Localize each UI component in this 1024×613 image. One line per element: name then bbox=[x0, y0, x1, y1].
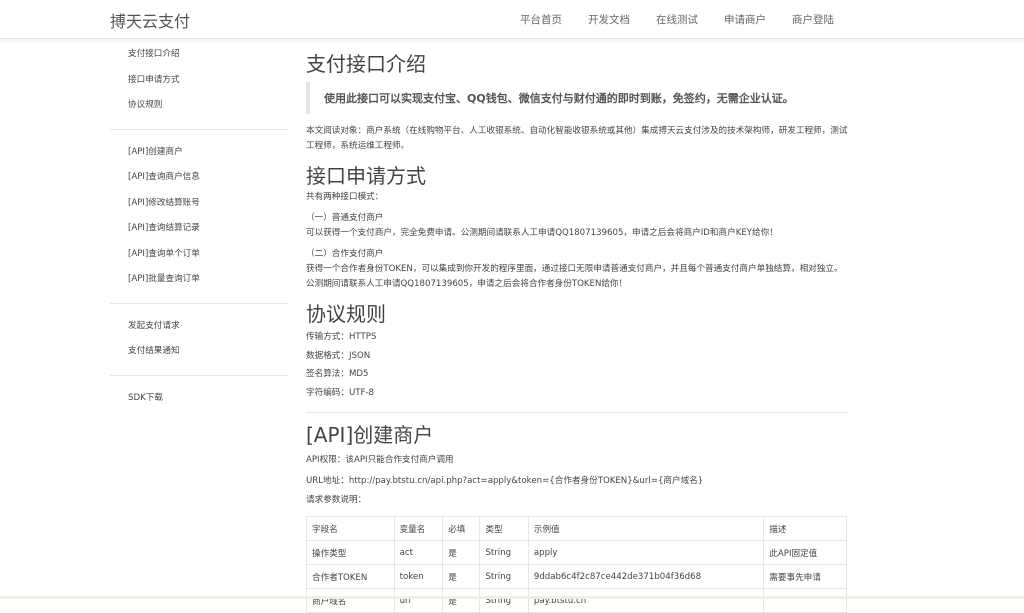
section-title-create: [API]创建商户 bbox=[306, 423, 434, 447]
cell-type: String bbox=[479, 588, 529, 613]
rule-format: 数据格式：JSON bbox=[306, 350, 371, 361]
cell-field: 商户域名 bbox=[306, 588, 395, 613]
section-title-apply: 接口申请方式 bbox=[306, 164, 426, 188]
sidebar-item-api-edit-account[interactable]: [API]修改结算账号 bbox=[128, 193, 288, 219]
create-url: URL地址：http://pay.btstu.cn/api.php?act=ap… bbox=[306, 476, 704, 486]
apply-mode2-title: （二）合作支付商户 bbox=[306, 249, 384, 259]
nav-test[interactable]: 在线测试 bbox=[656, 12, 698, 27]
table-header-row: 字段名 变量名 必填 类型 示例值 描述 bbox=[306, 516, 847, 541]
nav-login[interactable]: 商户登陆 bbox=[792, 12, 834, 27]
cell-description bbox=[763, 588, 847, 613]
cell-required: 是 bbox=[442, 564, 481, 589]
col-header-field: 字段名 bbox=[306, 516, 395, 541]
sidebar-divider bbox=[110, 374, 288, 376]
table-row: 操作类型 act 是 String apply 此API固定值 bbox=[306, 540, 847, 565]
sidebar-item-api-query-info[interactable]: [API]查询商户信息 bbox=[128, 167, 288, 193]
sidebar-item-payment-notify[interactable]: 支付结果通知 bbox=[128, 341, 288, 367]
sidebar-item-api-settle-records[interactable]: [API]查询结算记录 bbox=[128, 218, 288, 244]
col-header-description: 描述 bbox=[763, 516, 847, 541]
sidebar-item-apply-method[interactable]: 接口申请方式 bbox=[128, 70, 288, 96]
apply-lead: 共有两种接口模式： bbox=[306, 192, 384, 202]
cell-example: pay.btstu.cn bbox=[527, 588, 765, 613]
table-row: 商户域名 url 是 String pay.btstu.cn bbox=[306, 588, 847, 613]
cell-field: 合作者TOKEN bbox=[306, 564, 395, 589]
cell-example: apply bbox=[527, 540, 765, 565]
create-permission: API权限：该API只能合作支付商户调用 bbox=[306, 455, 454, 465]
cell-variable: act bbox=[393, 540, 444, 565]
sidebar-item-api-batch-orders[interactable]: [API]批量查询订单 bbox=[128, 269, 288, 295]
sidebar-group-sdk: SDK下载 bbox=[110, 388, 288, 414]
sidebar-group-payment: 发起支付请求 支付结果通知 bbox=[110, 316, 288, 367]
sidebar-item-sdk[interactable]: SDK下载 bbox=[128, 388, 288, 414]
sidebar-group-intro: 支付接口介绍 接口申请方式 协议规则 bbox=[110, 44, 288, 121]
cell-description: 此API固定值 bbox=[763, 540, 847, 565]
main-content: 支付接口介绍 使用此接口可以实现支付宝、QQ钱包、微信支付与财付通的即时到账，免… bbox=[306, 50, 848, 613]
apply-mode2-desc: 获得一个合作者身份TOKEN，可以集成到你开发的程序里面，通过接口无限申请普通支… bbox=[306, 264, 843, 289]
nav-docs[interactable]: 开发文档 bbox=[588, 12, 630, 27]
top-nav: 平台首页 开发文档 在线测试 申请商户 商户登陆 bbox=[520, 12, 834, 27]
cell-field: 操作类型 bbox=[306, 540, 395, 565]
col-header-type: 类型 bbox=[479, 516, 529, 541]
section-title-intro: 支付接口介绍 bbox=[306, 52, 426, 76]
create-params-label: 请求参数说明： bbox=[306, 495, 367, 505]
cell-type: String bbox=[479, 540, 529, 565]
cell-type: String bbox=[479, 564, 529, 589]
sidebar-item-submit-payment[interactable]: 发起支付请求 bbox=[128, 316, 288, 342]
nav-home[interactable]: 平台首页 bbox=[520, 12, 562, 27]
cell-description: 需要事先申请 bbox=[763, 564, 847, 589]
intro-description: 本文阅读对象：商户系统（在线购物平台、人工收银系统、自动化智能收银系统或其他）集… bbox=[306, 126, 848, 151]
cell-example: 9ddab6c4f2c87ce442de371b04f36d68 bbox=[527, 564, 765, 589]
col-header-example: 示例值 bbox=[527, 516, 765, 541]
rule-transport: 传输方式：HTTPS bbox=[306, 332, 377, 342]
apply-mode1-title: （一）普通支付商户 bbox=[306, 213, 384, 223]
sidebar-item-api-query-order[interactable]: [API]查询单个订单 bbox=[128, 244, 288, 270]
apply-mode1-desc: 可以获得一个支付商户，完全免费申请。公测期间请联系人工申请QQ180713960… bbox=[306, 228, 778, 238]
sidebar-divider bbox=[110, 302, 288, 304]
rule-encoding: 字符编码：UTF-8 bbox=[306, 387, 375, 398]
cell-required: 是 bbox=[442, 540, 481, 565]
sidebar-group-api: [API]创建商户 [API]查询商户信息 [API]修改结算账号 [API]查… bbox=[110, 142, 288, 295]
rule-signature: 签名算法：MD5 bbox=[306, 369, 369, 379]
sidebar-item-api-create[interactable]: [API]创建商户 bbox=[128, 142, 288, 168]
sidebar-item-intro[interactable]: 支付接口介绍 bbox=[128, 44, 288, 70]
col-header-variable: 变量名 bbox=[393, 516, 444, 541]
nav-apply[interactable]: 申请商户 bbox=[724, 12, 766, 27]
table-row: 合作者TOKEN token 是 String 9ddab6c4f2c87ce4… bbox=[306, 564, 847, 589]
cell-variable: token bbox=[393, 564, 444, 589]
sidebar: 支付接口介绍 接口申请方式 协议规则 [API]创建商户 [API]查询商户信息… bbox=[110, 44, 288, 413]
sidebar-item-rules[interactable]: 协议规则 bbox=[128, 95, 288, 121]
section-divider bbox=[306, 412, 848, 413]
brand-logo[interactable]: 搏天云支付 bbox=[110, 8, 190, 32]
cell-variable: url bbox=[393, 588, 444, 613]
section-title-rules: 协议规则 bbox=[306, 302, 386, 326]
sidebar-divider bbox=[110, 128, 288, 130]
cell-required: 是 bbox=[442, 588, 481, 613]
col-header-required: 必填 bbox=[442, 516, 481, 541]
top-navbar: 搏天云支付 平台首页 开发文档 在线测试 申请商户 商户登陆 bbox=[0, 0, 1024, 39]
intro-quote: 使用此接口可以实现支付宝、QQ钱包、微信支付与财付通的即时到账，免签约，无需企业… bbox=[306, 82, 848, 114]
